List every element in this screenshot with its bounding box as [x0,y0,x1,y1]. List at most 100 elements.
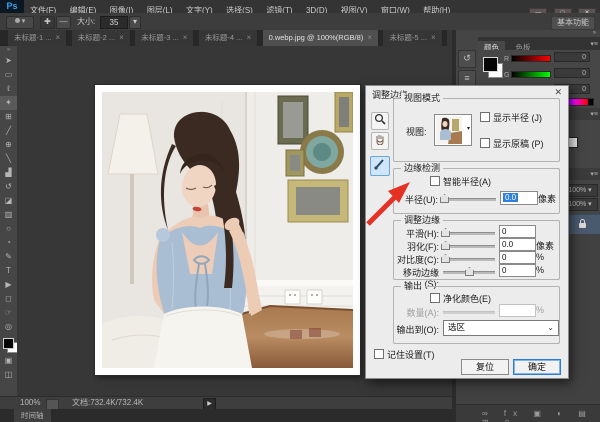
view-dropdown-icon[interactable]: ▾ [467,125,470,132]
crop-tool[interactable]: ⊞ [0,110,17,124]
close-tab-icon[interactable]: × [367,33,372,42]
brush-size-value[interactable]: 35 [100,16,128,29]
shift-edge-unit: % [536,265,544,275]
history-panel-icon[interactable]: ↺ [458,50,476,68]
feather-slider[interactable] [443,245,495,248]
shift-edge-input[interactable]: 0 [499,264,536,277]
screen-mode-button[interactable]: ◫ [0,368,17,382]
red-channel-label: R [504,56,509,63]
radius-input[interactable]: 0.0 [500,191,538,205]
radius-slider-thumb[interactable] [440,194,449,203]
feather-slider-thumb[interactable] [441,241,450,250]
close-tab-icon[interactable]: × [119,33,124,42]
show-original-checkbox[interactable]: 显示原稿 (P) [480,137,544,150]
smooth-input[interactable]: 0 [499,225,536,238]
foreground-color-swatch[interactable] [483,57,498,72]
menu-bar: Ps 文件(F) 编辑(E) 图像(I) 图层(L) 文字(Y) 选择(S) 滤… [0,0,600,14]
view-mode-group-label: 视图模式 [401,93,443,103]
green-channel-slider[interactable] [511,71,551,78]
pen-tool[interactable]: ✎ [0,250,17,264]
quick-selection-tool[interactable]: ✦ [0,96,17,110]
reset-button[interactable]: 复位 [461,359,509,375]
feather-input[interactable]: 0.0 [499,238,536,251]
output-to-select[interactable]: 选区 ⌄ [443,320,559,336]
zoom-tool[interactable]: ◎ [0,320,17,334]
radius-slider[interactable] [442,198,496,201]
path-selection-tool[interactable]: ▶ [0,278,17,292]
subtract-from-selection-button[interactable]: — [56,16,71,29]
gradient-tool[interactable]: ▥ [0,208,17,222]
contrast-slider[interactable] [443,258,495,261]
lasso-tool[interactable]: ℓ [0,82,17,96]
clone-stamp-tool[interactable]: ▟ [0,166,17,180]
dialog-close-icon[interactable]: ✕ [554,87,562,98]
tab-untitled-3[interactable]: 未标题-3 ...× [135,30,194,46]
checkbox-icon[interactable] [480,138,490,148]
ok-button[interactable]: 确定 [513,359,561,375]
green-channel-value[interactable]: 0 [554,68,590,78]
close-tab-icon[interactable]: × [183,33,188,42]
brush-tool[interactable]: ╲ [0,152,17,166]
layers-bottom-toolbar[interactable]: ∞ fx ▣ ◐ ▤ ⊞ ▯ [482,409,600,422]
view-mode-picker[interactable]: ▾ [434,114,472,146]
checkbox-icon[interactable] [374,349,384,359]
shift-edge-slider[interactable] [443,271,495,274]
foreground-color-swatch[interactable] [3,338,14,349]
shift-edge-slider-thumb[interactable] [465,267,474,276]
zoom-level[interactable]: 100% [20,397,40,409]
move-tool[interactable]: ➤ [0,54,17,68]
tool-preset-picker[interactable]: ▾ [6,16,34,29]
tab-untitled-1[interactable]: 未标题-1 ...× [8,30,67,46]
refine-radius-brush-tool[interactable] [370,156,390,176]
smooth-label: 平滑(H): [394,227,439,240]
toolbar-collapse-icon[interactable]: » [0,46,17,54]
tab-timeline[interactable]: 时间轴 [14,409,51,422]
red-channel-value[interactable]: 0 [554,52,590,62]
dialog-zoom-tool[interactable] [371,112,389,130]
checkbox-icon[interactable] [430,293,440,303]
tab-untitled-2[interactable]: 未标题-2 ...× [72,30,131,46]
smooth-slider-thumb[interactable] [441,228,450,237]
adjust-edge-group-label: 调整边缘 [401,215,443,225]
remember-settings-checkbox[interactable]: 记住设置(T) [374,348,435,361]
dodge-tool[interactable]: ◔ [0,236,17,250]
quick-mask-button[interactable]: ▣ [0,354,17,368]
blur-tool[interactable]: ○ [0,222,17,236]
smooth-slider[interactable] [443,232,495,235]
workspace-switcher[interactable]: 基本功能 [551,16,595,30]
tab-0-webp-active[interactable]: 0.webp.jpg @ 100%(RGB/8)× [263,30,379,46]
eyedropper-tool[interactable]: ╱ [0,124,17,138]
layers-panel-menu-icon[interactable]: ▾≡ [590,170,598,178]
contrast-input[interactable]: 0 [499,251,536,264]
close-tab-icon[interactable]: × [56,33,61,42]
close-tab-icon[interactable]: × [246,33,251,42]
red-channel-slider[interactable] [511,55,551,62]
contrast-slider-thumb[interactable] [441,254,450,263]
eraser-tool[interactable]: ◪ [0,194,17,208]
dialog-hand-tool[interactable] [371,132,389,150]
tab-untitled-4[interactable]: 未标题-4 ...× [199,30,258,46]
marquee-tool[interactable]: ▭ [0,68,17,82]
add-to-selection-button[interactable]: ✚ [40,16,55,29]
smart-radius-checkbox[interactable]: 智能半径(A) [430,175,491,188]
checkbox-icon[interactable] [480,112,490,122]
dock-collapse-icon[interactable]: » [456,30,600,37]
healing-brush-tool[interactable]: ⊕ [0,138,17,152]
tab-untitled-5[interactable]: 未标题-5 ...× [383,30,442,46]
shape-tool[interactable]: ◻ [0,292,17,306]
close-tab-icon[interactable]: × [431,33,436,42]
decontaminate-colors-checkbox[interactable]: 净化颜色(E) [430,292,491,305]
hand-tool[interactable]: ☞ [0,306,17,320]
brush-size-dropdown[interactable]: ▾ [129,16,141,29]
type-tool[interactable]: T [0,264,17,278]
open-document-photo[interactable] [95,85,360,375]
history-brush-tool[interactable]: ↺ [0,180,17,194]
show-radius-checkbox[interactable]: 显示半径 (J) [480,111,542,124]
feather-label: 羽化(F): [394,240,439,253]
output-group: 输出 净化颜色(E) 数量(A): % 输出到(O): 选区 ⌄ [393,286,560,344]
color-swatches[interactable] [0,336,17,354]
checkbox-icon[interactable] [430,176,440,186]
options-bar: ▾ ✚ — 大小: 35 ▾ [0,13,600,31]
panel-menu-icon[interactable]: ▾≡ [590,110,598,118]
panel-menu-icon[interactable]: ▾≡ [590,40,598,48]
